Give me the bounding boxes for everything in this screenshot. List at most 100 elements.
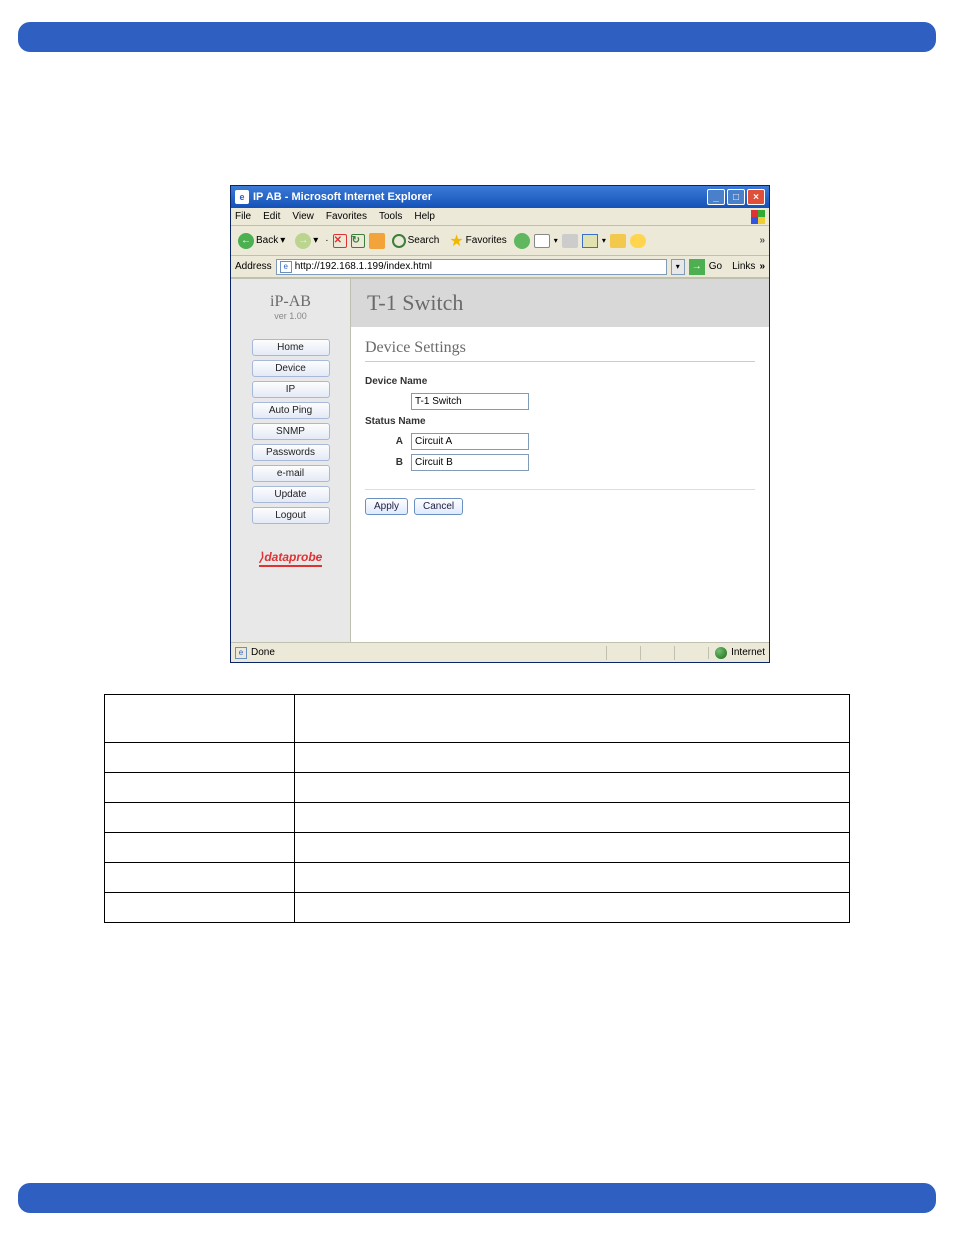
links-label[interactable]: Links [732,261,755,272]
chevron-down-icon: ▾ [313,235,318,246]
table-cell [105,743,295,773]
menu-bar: File Edit View Favorites Tools Help [231,208,769,226]
go-button[interactable]: → [689,259,705,275]
media-icon[interactable] [514,233,530,249]
window-title: IP AB - Microsoft Internet Explorer [253,191,705,203]
menu-favorites[interactable]: Favorites [326,211,367,222]
nav-logout[interactable]: Logout [252,507,330,524]
menu-help[interactable]: Help [414,211,435,222]
toolbar: ← Back ▾ → ▾ · ✕ ↻ Search ★ Favorites ▾ … [231,226,769,256]
menu-file[interactable]: File [235,211,251,222]
chevron-down-icon: ▾ [554,236,558,245]
window-titlebar: e IP AB - Microsoft Internet Explorer _ … [231,186,769,208]
cancel-button[interactable]: Cancel [414,498,463,515]
mail-icon[interactable] [534,234,550,248]
url-input[interactable]: e http://192.168.1.199/index.html [276,259,667,275]
menu-edit[interactable]: Edit [263,211,280,222]
star-icon: ★ [449,231,463,251]
menu-tools[interactable]: Tools [379,211,402,222]
table-row [105,773,850,803]
table-cell [105,863,295,893]
refresh-icon[interactable]: ↻ [351,234,365,248]
minimize-button[interactable]: _ [707,189,725,205]
section-title: Device Settings [365,339,755,362]
status-a-input[interactable] [411,433,529,450]
table-cell [295,893,850,923]
maximize-button[interactable]: □ [727,189,745,205]
forward-button[interactable]: → ▾ [292,231,321,251]
page-footer-bar [18,1183,936,1213]
status-b-input[interactable] [411,454,529,471]
nav-snmp[interactable]: SNMP [252,423,330,440]
table-cell [295,863,850,893]
status-segment [640,646,674,660]
browser-window: e IP AB - Microsoft Internet Explorer _ … [230,185,770,663]
search-icon [392,234,406,248]
go-label: Go [709,261,722,272]
edit-icon[interactable] [582,234,598,248]
nav-email[interactable]: e-mail [252,465,330,482]
table-cell [105,893,295,923]
folder-icon[interactable] [610,234,626,248]
dataprobe-logo: dataprobe [259,550,323,567]
table-cell [295,743,850,773]
status-name-label: Status Name [365,416,755,427]
print-icon[interactable] [562,234,578,248]
links-overflow-icon[interactable]: » [759,261,765,272]
toolbar-overflow-icon[interactable]: » [759,235,765,246]
form-buttons: Apply Cancel [365,489,755,515]
settings-section: Device Settings Device Name Status Name … [351,327,769,527]
version-label: ver 1.00 [237,311,344,321]
home-icon[interactable] [369,233,385,249]
search-label: Search [408,235,440,246]
favorites-button[interactable]: ★ Favorites [446,229,509,253]
back-button[interactable]: ← Back ▾ [235,231,288,251]
page-header-bar [18,22,936,52]
app-content: iP-AB ver 1.00 Home Device IP Auto Ping … [231,278,769,642]
chevron-down-icon: ▾ [280,235,285,246]
table-cell [295,833,850,863]
nav-passwords[interactable]: Passwords [252,444,330,461]
back-label: Back [256,235,278,246]
status-bar: e Done Internet [231,642,769,662]
table-cell [105,803,295,833]
nav-device[interactable]: Device [252,360,330,377]
messenger-icon[interactable] [630,234,646,248]
document-table [104,694,850,923]
main-panel: T-1 Switch Device Settings Device Name S… [351,279,769,642]
menu-view[interactable]: View [292,211,314,222]
nav-home[interactable]: Home [252,339,330,356]
table-row [105,695,850,743]
device-name-input[interactable] [411,393,529,410]
address-label: Address [235,261,272,272]
table-row [105,863,850,893]
status-b-label: B [389,457,403,468]
table-cell [295,695,850,743]
apply-button[interactable]: Apply [365,498,408,515]
table-cell [105,833,295,863]
device-name-label: Device Name [365,376,755,387]
status-text: Done [251,647,275,658]
address-bar: Address e http://192.168.1.199/index.htm… [231,256,769,278]
status-segment [674,646,708,660]
close-button[interactable]: × [747,189,765,205]
brand-title: iP-AB [237,293,344,311]
status-segment [606,646,640,660]
status-a-label: A [389,436,403,447]
table-cell [295,773,850,803]
table-row [105,743,850,773]
url-text: http://192.168.1.199/index.html [295,261,432,272]
stop-icon[interactable]: ✕ [333,234,347,248]
nav-update[interactable]: Update [252,486,330,503]
table-row [105,893,850,923]
table-cell [105,773,295,803]
windows-flag-icon [751,210,765,224]
nav-autoping[interactable]: Auto Ping [252,402,330,419]
url-dropdown-icon[interactable]: ▾ [671,259,685,275]
forward-icon: → [295,233,311,249]
nav-ip[interactable]: IP [252,381,330,398]
chevron-down-icon: ▾ [602,236,606,245]
search-button[interactable]: Search [389,232,443,250]
back-icon: ← [238,233,254,249]
table-cell [295,803,850,833]
